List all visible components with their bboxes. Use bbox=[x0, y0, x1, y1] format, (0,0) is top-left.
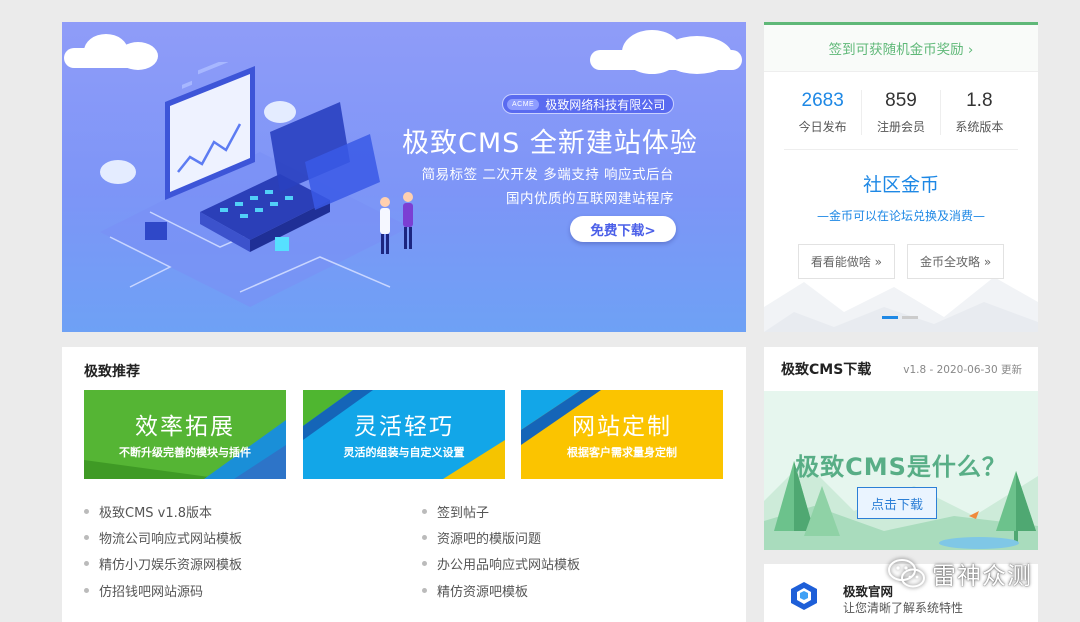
coin-guide-button[interactable]: 金币全攻略 » bbox=[907, 244, 1005, 279]
card-efficiency-extension[interactable]: 效率拓展 不断升级完善的模块与插件 bbox=[84, 390, 286, 479]
download-title: 极致CMS下载 bbox=[781, 362, 872, 378]
banner-subtitle-1: 简易标签 二次开发 多端支持 响应式后台 bbox=[421, 167, 674, 183]
download-headline: 极致CMS是什么？ bbox=[795, 453, 1007, 481]
download-version-meta: v1.8 - 2020-06-30 更新 bbox=[903, 363, 1022, 376]
stat-value: 859 bbox=[885, 90, 917, 111]
sign-in-panel: 签到可获随机金币奖励 › 2683 今日发布 859 注册会员 1.8 系统版本… bbox=[764, 22, 1038, 332]
article-list-left: 极致CMS v1.8版本 物流公司响应式网站模板 精仿小刀娱乐资源网模板 仿招钱… bbox=[84, 498, 242, 603]
card-flexible-light[interactable]: 灵活轻巧 灵活的组装与自定义设置 bbox=[303, 390, 505, 479]
official-site-name: 极致官网 bbox=[843, 584, 894, 599]
list-item[interactable]: 仿招钱吧网站源码 bbox=[84, 577, 242, 603]
stat-label: 今日发布 bbox=[798, 120, 847, 134]
stat-system-version: 1.8 系统版本 bbox=[941, 90, 1018, 135]
stat-value: 2683 bbox=[801, 90, 844, 111]
list-item[interactable]: 签到帖子 bbox=[422, 498, 580, 524]
acme-logo-badge: ACME bbox=[507, 98, 540, 110]
card-title: 灵活轻巧 bbox=[354, 414, 454, 440]
stat-registered-members: 859 注册会员 bbox=[862, 90, 941, 135]
stat-label: 注册会员 bbox=[876, 120, 925, 134]
download-header: 极致CMS下载 v1.8 - 2020-06-30 更新 bbox=[764, 347, 1038, 391]
card-title: 网站定制 bbox=[572, 414, 672, 440]
carousel-dot[interactable] bbox=[902, 316, 918, 319]
hero-banner[interactable]: ACME 极致网络科技有限公司 极致CMS 全新建站体验 简易标签 二次开发 多… bbox=[62, 22, 746, 332]
banner-title: 极致CMS 全新建站体验 bbox=[402, 128, 698, 159]
carousel-dots bbox=[882, 316, 918, 319]
stat-label: 系统版本 bbox=[955, 120, 1004, 134]
free-download-button[interactable]: 免费下载> bbox=[570, 216, 676, 242]
community-coin-desc: —金币可以在论坛兑换及消费— bbox=[816, 209, 985, 223]
wechat-watermark: 雷神众测 bbox=[888, 556, 1032, 591]
coin-usage-button[interactable]: 看看能做啥 » bbox=[797, 244, 895, 279]
list-item[interactable]: 资源吧的模版问题 bbox=[422, 524, 580, 550]
list-item[interactable]: 物流公司响应式网站模板 bbox=[84, 524, 242, 550]
carousel-dot[interactable] bbox=[882, 316, 898, 319]
stat-value: 1.8 bbox=[966, 90, 993, 111]
recommend-panel: 极致推荐 效率拓展 不断升级完善的模块与插件 灵活轻巧 灵活的组装与自定义设置 … bbox=[62, 347, 746, 622]
isometric-tech-illustration bbox=[100, 62, 413, 307]
card-site-customization[interactable]: 网站定制 根据客户需求量身定制 bbox=[521, 390, 723, 479]
click-download-button[interactable]: 点击下载 bbox=[857, 487, 937, 519]
banner-subtitle-2: 国内优质的互联网建站程序 bbox=[506, 191, 674, 207]
watermark-text: 雷神众测 bbox=[932, 562, 1032, 590]
community-coin-title: 社区金币 bbox=[862, 174, 939, 196]
card-title: 效率拓展 bbox=[135, 414, 235, 440]
list-item[interactable]: 精仿小刀娱乐资源网模板 bbox=[84, 551, 242, 577]
list-item[interactable]: 精仿资源吧模板 bbox=[422, 577, 580, 603]
recommend-title: 极致推荐 bbox=[84, 364, 140, 380]
card-subtitle: 灵活的组装与自定义设置 bbox=[343, 446, 465, 459]
stat-today-posts: 2683 今日发布 bbox=[784, 90, 863, 135]
download-panel: 极致CMS下载 v1.8 - 2020-06-30 更新 极致CMS是什么？ 点… bbox=[764, 347, 1038, 550]
site-stats: 2683 今日发布 859 注册会员 1.8 系统版本 bbox=[784, 90, 1018, 150]
list-item[interactable]: 极致CMS v1.8版本 bbox=[84, 498, 242, 524]
list-item[interactable]: 办公用品响应式网站模板 bbox=[422, 551, 580, 577]
article-list-right: 签到帖子 资源吧的模版问题 办公用品响应式网站模板 精仿资源吧模板 bbox=[422, 498, 580, 603]
sign-in-reward-link[interactable]: 签到可获随机金币奖励 › bbox=[764, 25, 1038, 72]
card-subtitle: 根据客户需求量身定制 bbox=[567, 446, 677, 459]
company-name: 极致网络科技有限公司 bbox=[545, 97, 666, 112]
wechat-icon bbox=[888, 558, 925, 587]
official-site-desc: 让您清晰了解系统特性 bbox=[843, 601, 964, 615]
coin-buttons: 看看能做啥 » 金币全攻略 » bbox=[764, 244, 1038, 279]
download-promo-image: 极致CMS是什么？ 点击下载 bbox=[764, 391, 1038, 550]
card-subtitle: 不断升级完善的模块与插件 bbox=[119, 446, 251, 459]
cube-logo-icon bbox=[791, 582, 817, 610]
company-tag: ACME 极致网络科技有限公司 bbox=[502, 94, 675, 114]
